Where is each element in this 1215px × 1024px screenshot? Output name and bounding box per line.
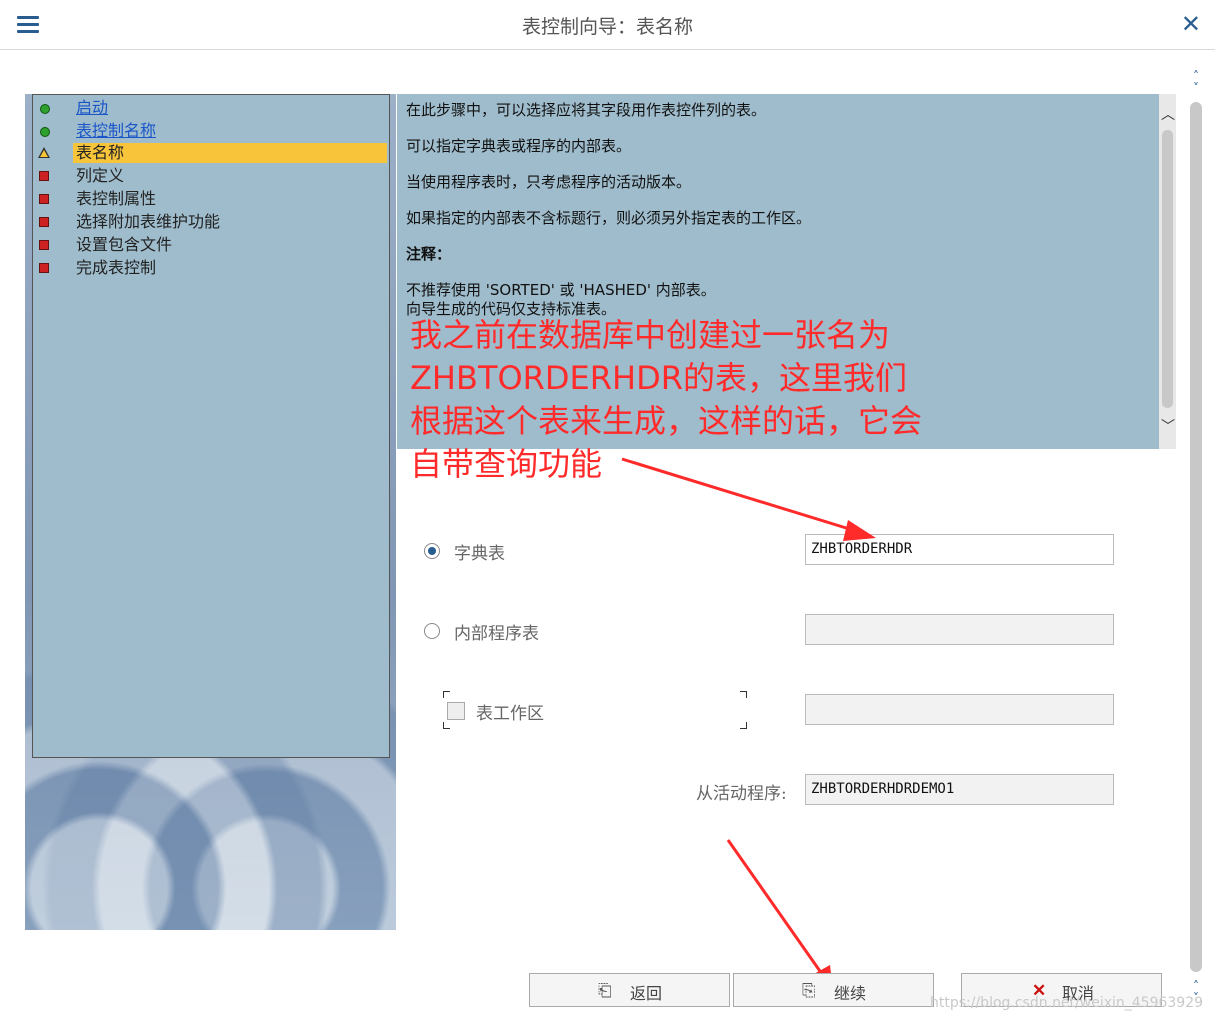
continue-icon: ⎘ bbox=[802, 981, 816, 1001]
annotation-arrow-line bbox=[726, 839, 824, 975]
watermark-text: https://blog.csdn.net/weixin_45963929 bbox=[930, 995, 1204, 1011]
continue-button-label: 继续 bbox=[834, 984, 867, 1003]
annotation-arrow-line bbox=[621, 457, 857, 533]
back-button-label: 返回 bbox=[630, 984, 663, 1003]
back-icon: ⎗ bbox=[598, 981, 612, 1001]
continue-button[interactable]: ⎘ 继续 bbox=[733, 973, 934, 1007]
back-button[interactable]: ⎗ 返回 bbox=[529, 973, 730, 1007]
annotation-arrowhead bbox=[843, 520, 876, 541]
annotation-arrows bbox=[621, 457, 876, 990]
